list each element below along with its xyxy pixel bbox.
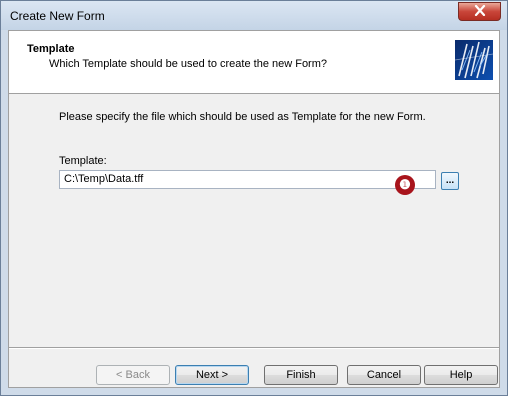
back-button[interactable]: < Back (96, 365, 170, 385)
instruction-text: Please specify the file which should be … (59, 111, 426, 123)
header-subtitle: Which Template should be used to create … (49, 58, 328, 70)
wizard-banner-icon (454, 40, 494, 80)
next-button[interactable]: Next > (175, 365, 249, 385)
browse-button[interactable]: ... (441, 172, 459, 190)
callout-number: ❶ (399, 177, 411, 192)
close-button[interactable] (458, 2, 501, 21)
title-bar[interactable]: Create New Form (1, 1, 507, 30)
template-path-input[interactable]: C:\Temp\Data.tff (59, 170, 436, 189)
wizard-header: Template Which Template should be used t… (9, 31, 499, 94)
callout-marker: ❶ (395, 175, 415, 195)
cancel-button[interactable]: Cancel (347, 365, 421, 385)
finish-button[interactable]: Finish (264, 365, 338, 385)
close-icon (474, 4, 486, 19)
header-title: Template (27, 43, 75, 55)
template-label: Template: (59, 155, 107, 167)
button-separator (9, 347, 499, 349)
dialog-content: Template Which Template should be used t… (8, 30, 500, 388)
dialog-window: Create New Form Template Which Template … (0, 0, 508, 396)
help-button[interactable]: Help (424, 365, 498, 385)
window-title: Create New Form (10, 9, 105, 23)
